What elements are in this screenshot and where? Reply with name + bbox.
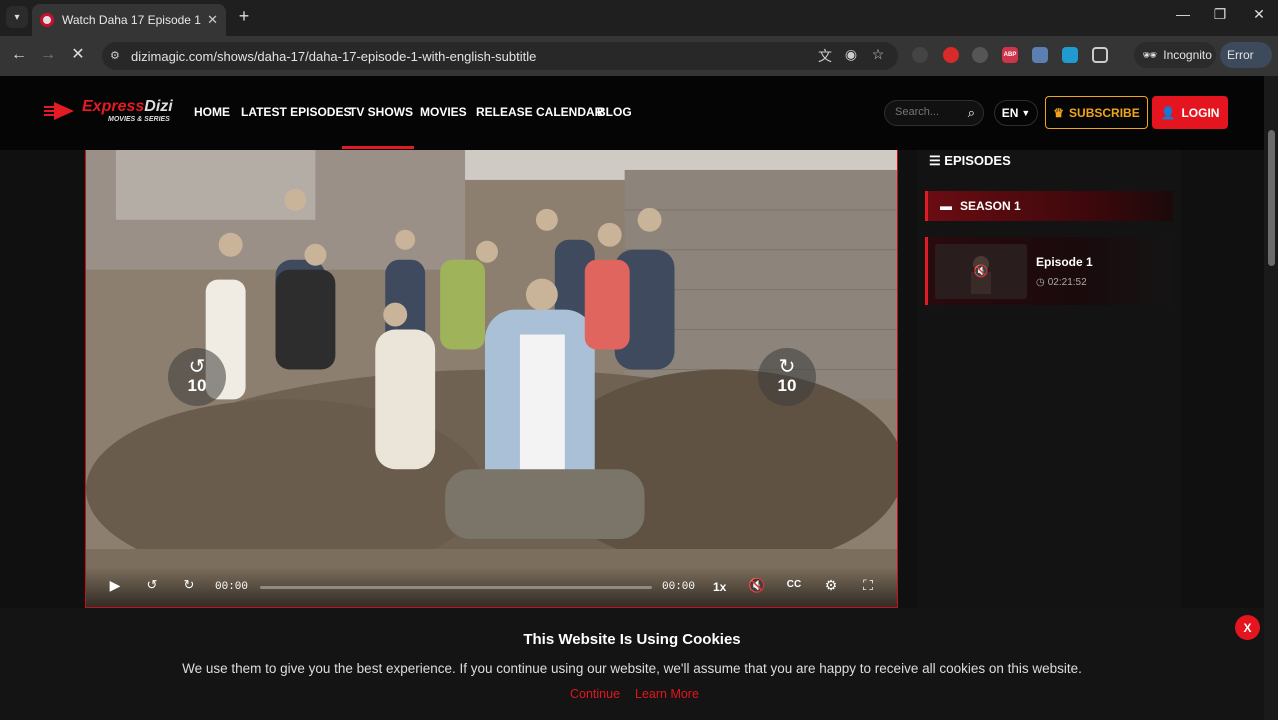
- rewind-10-button[interactable]: ↺ 10: [168, 348, 226, 406]
- nav-tv-shows[interactable]: TV SHOWS: [349, 105, 413, 119]
- list-icon: ☰: [929, 153, 941, 168]
- logo-play-icon: [44, 102, 74, 120]
- forward-icon: ↻: [778, 356, 796, 378]
- close-window-button[interactable]: ✕: [1244, 6, 1274, 23]
- tab-close-icon[interactable]: ✕: [207, 12, 218, 28]
- logo-tagline: MOVIES & SERIES: [108, 116, 170, 123]
- search-input[interactable]: [895, 106, 959, 118]
- cookie-learn-more-link[interactable]: Learn More: [635, 687, 699, 701]
- play-icon[interactable]: ▶: [104, 577, 126, 594]
- minimize-button[interactable]: —: [1168, 6, 1198, 22]
- progress-bar[interactable]: [260, 586, 652, 589]
- login-label: LOGIN: [1181, 105, 1220, 120]
- back-button[interactable]: ←: [8, 44, 30, 66]
- incognito-label: Incognito: [1163, 48, 1212, 62]
- site-favicon-icon: [40, 13, 54, 27]
- nav-latest-episodes[interactable]: LATEST EPISODES: [241, 105, 351, 119]
- rewind-small-icon[interactable]: ↺: [141, 577, 163, 593]
- episode-duration: ◷ 02:21:52: [1036, 277, 1087, 288]
- search-icon[interactable]: ⌕: [968, 105, 975, 121]
- forward-10-button[interactable]: ↻ 10: [758, 348, 816, 406]
- incognito-icon: 🕶: [1142, 48, 1158, 62]
- reload-icon[interactable]: ✕: [67, 44, 89, 66]
- eye-off-icon[interactable]: ◉: [841, 46, 861, 63]
- nav-release-calendar[interactable]: RELEASE CALENDAR: [476, 105, 603, 119]
- scrollbar-thumb[interactable]: [1268, 130, 1275, 266]
- episodes-header: ☰ EPISODES: [929, 153, 1011, 169]
- language-selector[interactable]: EN ▼: [994, 100, 1038, 126]
- subscribe-button[interactable]: ♛ SUBSCRIBE: [1045, 96, 1148, 129]
- new-tab-button[interactable]: +: [234, 6, 254, 27]
- folder-icon: ▬: [940, 199, 952, 213]
- fullscreen-icon[interactable]: ⛶: [857, 577, 879, 594]
- settings-gear-icon[interactable]: ⚙: [820, 577, 842, 594]
- adblock-plus-icon[interactable]: ABP: [1002, 47, 1018, 63]
- restore-button[interactable]: ❐: [1205, 6, 1235, 23]
- episode-title[interactable]: Episode 1: [1036, 255, 1093, 269]
- extension-3-icon[interactable]: [972, 47, 988, 63]
- forward-button[interactable]: →: [37, 44, 59, 66]
- error-button[interactable]: Error: [1220, 42, 1272, 68]
- nav-movies[interactable]: MOVIES: [420, 105, 467, 119]
- clock-icon: ◷: [1036, 277, 1045, 288]
- extension-5-icon[interactable]: [1062, 47, 1078, 63]
- episodes-header-label: EPISODES: [944, 153, 1011, 168]
- cookie-close-button[interactable]: X: [1235, 615, 1260, 640]
- active-nav-indicator: [342, 146, 414, 149]
- nav-blog[interactable]: BLOG: [597, 105, 632, 119]
- extension-2-icon[interactable]: [943, 47, 959, 63]
- forward-small-icon[interactable]: ↻: [178, 577, 200, 593]
- svg-text:🔇: 🔇: [974, 264, 989, 278]
- season-label: SEASON 1: [960, 199, 1021, 213]
- muted-speaker-icon[interactable]: 🔇: [746, 577, 768, 594]
- user-icon: 👤: [1160, 105, 1176, 120]
- playback-rate-button[interactable]: 1x: [713, 580, 726, 594]
- cookie-title: This Website Is Using Cookies: [523, 631, 741, 648]
- site-logo[interactable]: ExpressDizi MOVIES & SERIES: [42, 96, 173, 128]
- chevron-down-icon: ▼: [1021, 108, 1031, 118]
- extension-1-icon[interactable]: [912, 47, 928, 63]
- nav-home[interactable]: HOME: [194, 105, 230, 119]
- browser-tab[interactable]: Watch Daha 17 Episode 1 With ✕: [32, 4, 226, 36]
- incognito-indicator[interactable]: 🕶 Incognito: [1134, 42, 1216, 68]
- tab-title: Watch Daha 17 Episode 1 With: [62, 13, 201, 27]
- url-text[interactable]: dizimagic.com/shows/daha-17/daha-17-epis…: [131, 49, 536, 64]
- language-label: EN: [1001, 106, 1019, 120]
- season-selector[interactable]: ▬ SEASON 1: [925, 191, 1173, 221]
- extensions-puzzle-icon[interactable]: [1092, 47, 1108, 63]
- site-info-icon[interactable]: ⚙: [110, 49, 124, 63]
- cookie-text: We use them to give you the best experie…: [182, 661, 1082, 676]
- rewind-seconds: 10: [187, 376, 207, 395]
- search-box[interactable]: ⌕: [884, 100, 984, 126]
- tab-search-button[interactable]: ▾: [6, 6, 28, 28]
- current-time: 00:00: [215, 581, 249, 593]
- login-button[interactable]: 👤 LOGIN: [1152, 96, 1228, 129]
- video-player[interactable]: ↺ 10 ↻ 10 ▶ ↺ ↻ 00:00 00:00 1x 🔇 CC ⚙ ⛶: [85, 150, 898, 608]
- player-controls: ▶ ↺ ↻ 00:00 00:00 1x 🔇 CC ⚙ ⛶: [86, 567, 897, 607]
- bookmark-star-icon[interactable]: ☆: [868, 46, 888, 63]
- translate-icon[interactable]: 文: [815, 46, 835, 66]
- duration-time: 00:00: [662, 581, 696, 593]
- logo-text: ExpressDizi: [82, 98, 173, 115]
- forward-seconds: 10: [777, 376, 797, 395]
- crown-icon: ♛: [1053, 105, 1065, 120]
- extension-4-icon[interactable]: [1032, 47, 1048, 63]
- episode-thumbnail[interactable]: 🔇: [935, 244, 1027, 299]
- cookie-continue-link[interactable]: Continue: [570, 687, 620, 701]
- subscribe-label: SUBSCRIBE: [1069, 105, 1140, 120]
- captions-icon[interactable]: CC: [783, 579, 805, 590]
- rewind-icon: ↺: [188, 356, 206, 378]
- episode-duration-text: 02:21:52: [1047, 277, 1087, 288]
